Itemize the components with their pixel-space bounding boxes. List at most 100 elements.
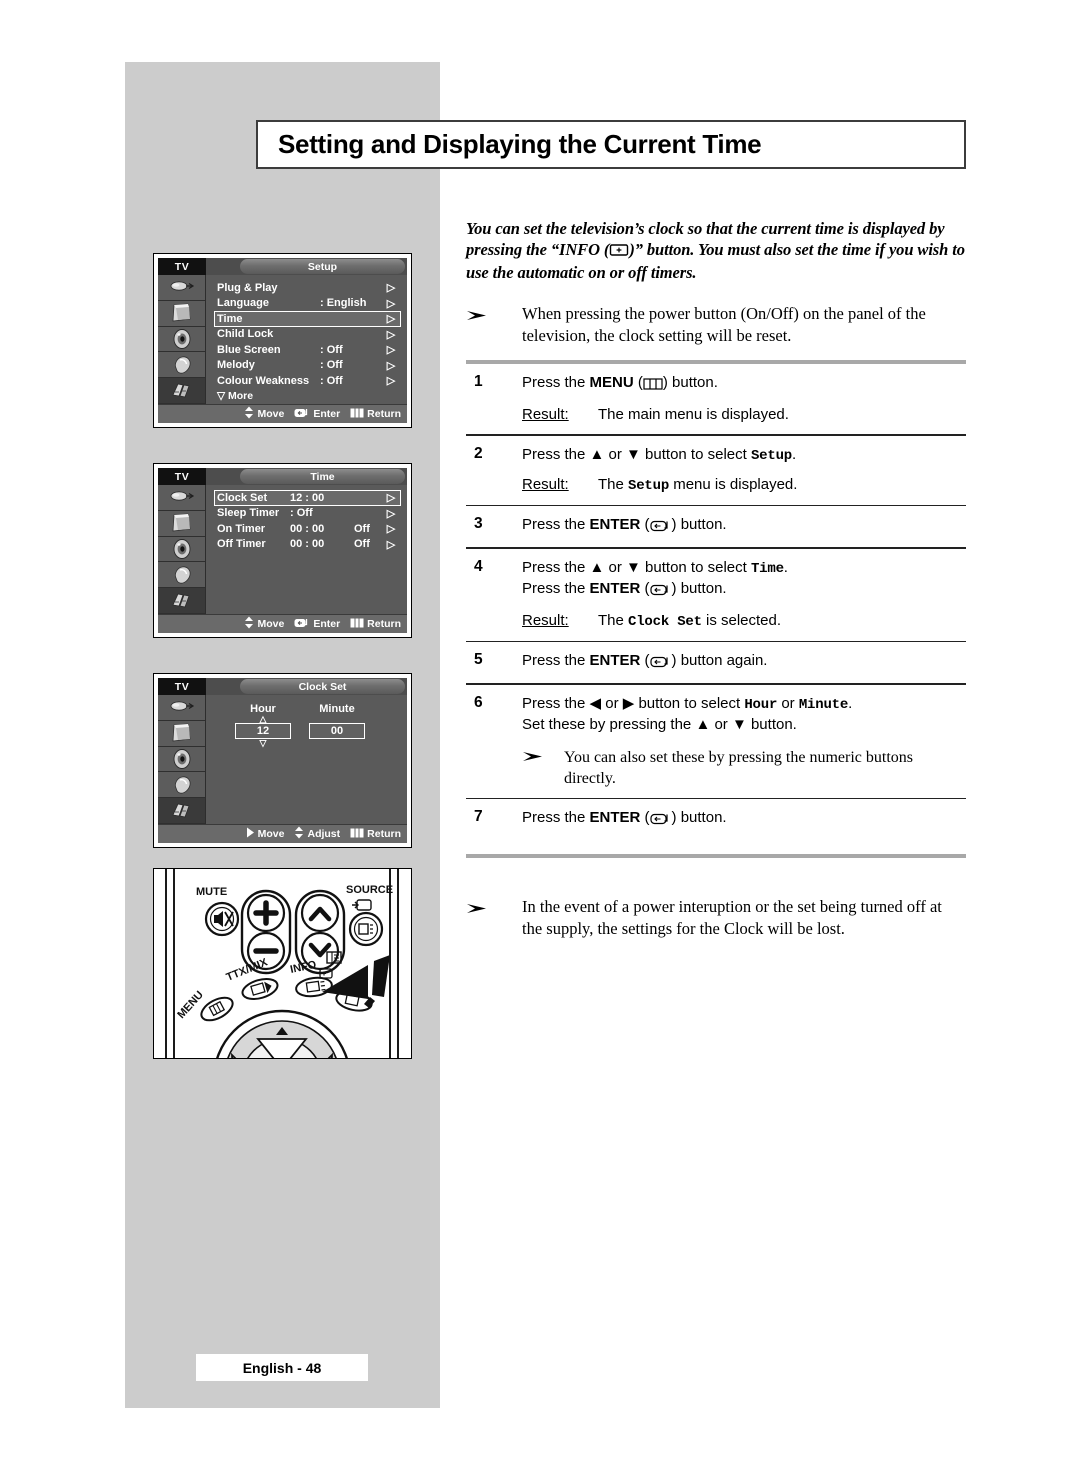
osd-tab-wrap: Setup <box>206 258 407 275</box>
hour-field-group: Hour △ 12 ▽ <box>228 703 298 748</box>
osd-row-plug-and-play[interactable]: Plug & Play ▷ <box>214 280 401 296</box>
step-number: 1 <box>474 373 483 390</box>
enter-button-icon <box>649 582 672 602</box>
antenna-plug-icon[interactable] <box>158 275 205 301</box>
step-text-post: . <box>791 445 797 463</box>
step-menu-name: Time <box>750 560 784 577</box>
feature-hand-icon[interactable] <box>158 772 205 799</box>
setup-tools-icon[interactable] <box>158 798 205 824</box>
sound-speaker-icon[interactable] <box>158 326 205 353</box>
result-label: Result: <box>522 611 569 629</box>
right-arrow-icon <box>246 827 255 841</box>
antenna-plug-icon[interactable] <box>158 485 205 511</box>
osd-tab-title: Time <box>240 469 405 484</box>
step-4: 4 Press the ▲ or ▼ button to select Time… <box>466 549 966 641</box>
step-body: Press the MENU () button. Result: The ma… <box>522 373 966 425</box>
picture-tv-icon[interactable] <box>158 510 205 537</box>
step-text-pre: Press the <box>522 374 590 391</box>
osd-enter-label: Enter <box>313 618 341 630</box>
step-menu-name: Setup <box>750 447 792 464</box>
osd-setup-body: Plug & Play ▷ Language : English ▷ Time … <box>158 275 407 404</box>
osd-row-off-timer[interactable]: Off Timer 00 : 00 Off ▷ <box>214 537 401 553</box>
feature-hand-icon[interactable] <box>158 352 205 379</box>
menu-button-icon <box>350 408 364 421</box>
sound-speaker-icon[interactable] <box>158 536 205 563</box>
mute-button <box>204 901 240 937</box>
step-number: 7 <box>474 808 483 825</box>
step-body: Press the ◀ or ▶ button to select Hour o… <box>522 694 966 789</box>
osd-row-on-timer[interactable]: On Timer 00 : 00 Off ▷ <box>214 521 401 537</box>
step-menu-name: Hour <box>744 696 778 713</box>
step-line-2: Press the ENTER () button. <box>522 579 966 602</box>
updown-arrows-icon <box>294 826 304 842</box>
osd-row-label: Blue Screen <box>217 343 281 356</box>
menu-button-icon <box>350 618 364 631</box>
osd-row-language[interactable]: Language : English ▷ <box>214 296 401 312</box>
osd-icon-rail <box>158 695 206 824</box>
down-triangle-icon[interactable]: ▽ <box>228 739 298 748</box>
osd-row-sleep-timer[interactable]: Sleep Timer : Off ▷ <box>214 506 401 522</box>
step-text-post: ) button. <box>671 516 727 533</box>
page-title-bar: Setting and Displaying the Current Time <box>256 120 966 169</box>
osd-row-value: 00 : 00 <box>290 538 325 551</box>
picture-tv-icon[interactable] <box>158 720 205 747</box>
remote-svg: MUTE SOURCE TTX/MIX INFO MENU <box>154 869 411 1058</box>
osd-row-label: Child Lock <box>217 328 274 341</box>
page-footer: English - 48 <box>196 1354 368 1381</box>
step-button-name: MENU <box>589 374 634 391</box>
step-result: Result: The Setup menu is displayed. <box>522 475 966 496</box>
result-label: Result: <box>522 406 569 423</box>
antenna-plug-icon[interactable] <box>158 695 205 721</box>
osd-row-label: Clock Set <box>217 491 268 504</box>
setup-tools-icon[interactable] <box>158 378 205 404</box>
up-triangle-icon[interactable]: △ <box>228 715 298 724</box>
step-7: 7 Press the ENTER () button. <box>466 799 966 840</box>
osd-icon-rail <box>158 485 206 614</box>
osd-row-time[interactable]: Time ▷ <box>214 311 401 327</box>
step-text-post: ) button. <box>671 809 727 826</box>
step-line: Press the ▲ or ▼ button to select Setup. <box>522 445 966 466</box>
enter-button-icon <box>294 618 310 631</box>
result-text: The main menu is displayed. <box>598 406 789 423</box>
osd-row-value: : Off <box>320 374 343 387</box>
osd-row-melody[interactable]: Melody : Off ▷ <box>214 358 401 374</box>
osd-row-value: : Off <box>290 507 313 520</box>
osd-row-colour-weakness[interactable]: Colour Weakness : Off ▷ <box>214 373 401 389</box>
note-text: In the event of a power interuption or t… <box>522 897 942 938</box>
setup-tools-icon[interactable] <box>158 588 205 614</box>
result-menu-name: Clock Set <box>628 613 702 630</box>
chevron-right-icon: ▷ <box>386 344 396 357</box>
osd-row-child-lock[interactable]: Child Lock ▷ <box>214 327 401 343</box>
note-text: You can also set these by pressing the n… <box>564 748 913 787</box>
step-body: Press the ENTER () button. <box>522 515 966 538</box>
menu-button-icon <box>643 376 663 396</box>
osd-row-label: Plug & Play <box>217 281 278 294</box>
osd-clockset-menu: TV Clock Set Hour △ 12 ▽ Minute 00 Move … <box>153 673 412 848</box>
enter-button-icon <box>649 654 672 674</box>
note-power-interruption: In the event of a power interuption or t… <box>466 896 966 939</box>
feature-hand-icon[interactable] <box>158 562 205 589</box>
result-text-post: is selected. <box>701 611 782 629</box>
step-text-pre-2: Press the <box>522 579 590 597</box>
chevron-right-icon: ▷ <box>386 359 396 372</box>
osd-clockset-body: Hour △ 12 ▽ Minute △ 00 <box>158 695 407 824</box>
chevron-right-icon: ▷ <box>386 492 396 505</box>
hour-value[interactable]: 12 <box>235 723 291 739</box>
picture-tv-icon[interactable] <box>158 300 205 327</box>
step-text-post: ) button. <box>662 374 718 391</box>
osd-clockset-fields: Hour △ 12 ▽ Minute △ 00 <box>206 695 407 824</box>
osd-row-clock-set[interactable]: Clock Set 12 : 00 ▷ <box>214 490 401 506</box>
result-text: The Clock Set is selected. <box>598 611 781 632</box>
step-menu-name-2: Minute <box>798 696 849 713</box>
osd-time-footer: Move Enter Return <box>158 614 407 633</box>
osd-row-more[interactable]: ▽ More <box>214 389 401 405</box>
step-line: Press the ▲ or ▼ button to select Time. <box>522 558 966 579</box>
osd-row-blue-screen[interactable]: Blue Screen : Off ▷ <box>214 342 401 358</box>
sound-speaker-icon[interactable] <box>158 746 205 773</box>
step-text-mid-2: ( <box>640 579 650 597</box>
step-text-pre: Press the ◀ or ▶ button to select <box>522 694 745 712</box>
minute-value[interactable]: 00 <box>309 723 365 739</box>
step-text-post: . <box>783 558 788 576</box>
minute-field-group: Minute △ 00 <box>302 703 372 739</box>
chevron-right-icon: ▷ <box>386 282 396 295</box>
